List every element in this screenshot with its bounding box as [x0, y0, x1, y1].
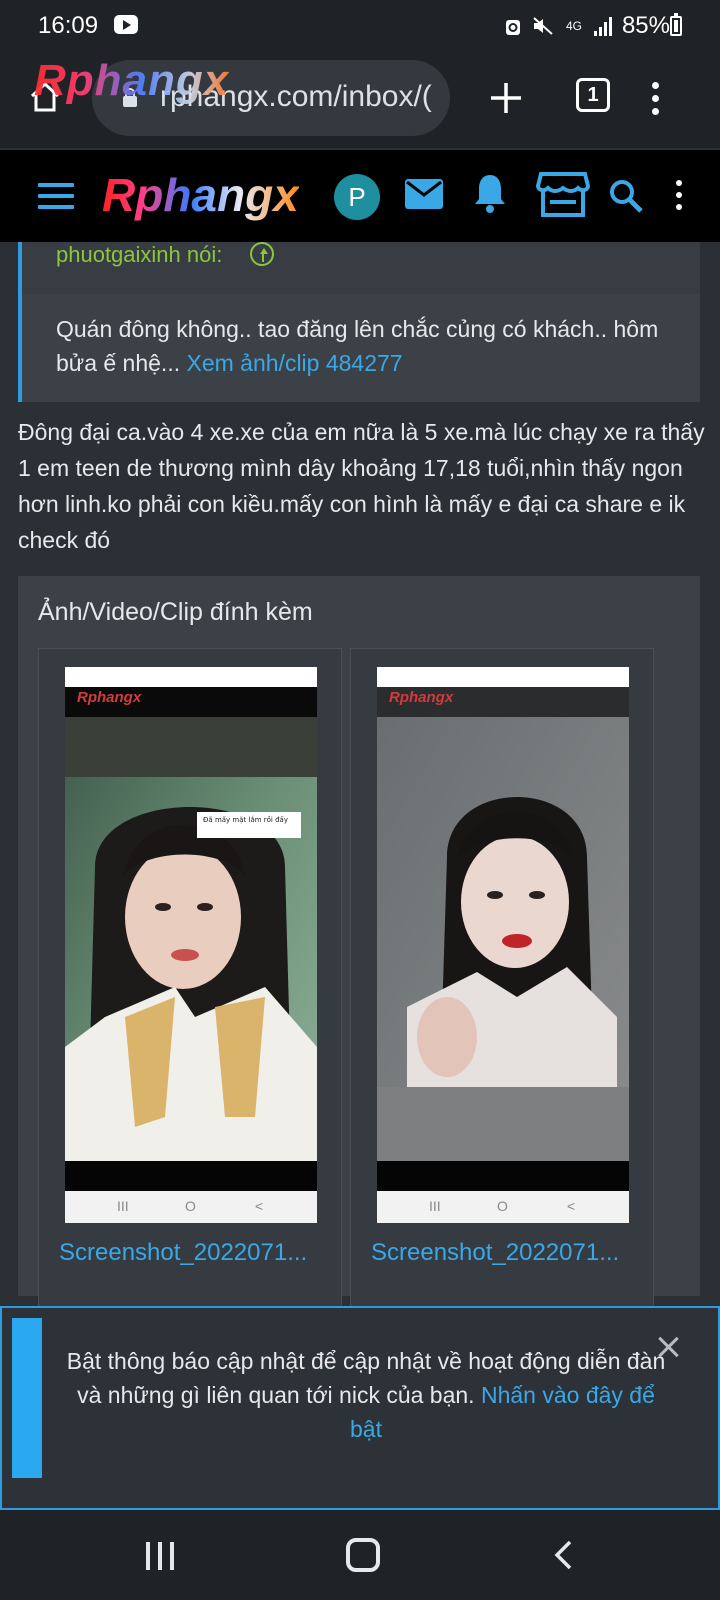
close-icon[interactable]: [657, 1336, 679, 1358]
quote-author[interactable]: phuotgaixinh nói:: [56, 242, 222, 268]
recycle-icon: [505, 20, 520, 35]
more-vert-icon[interactable]: [652, 82, 660, 121]
phone-nav-mini: III O <: [377, 1191, 629, 1223]
attachments-title: Ảnh/Video/Clip đính kèm: [38, 598, 313, 626]
status-time: 16:09: [38, 12, 99, 39]
more-vert-icon[interactable]: [676, 180, 684, 216]
system-navigation-bar: [0, 1510, 720, 1600]
network-type: 4G: [565, 18, 582, 33]
browser-toolbar: rphangx.com/inbox/( Rphangx 1: [0, 52, 720, 148]
notice-accent-bar: [12, 1318, 42, 1478]
attachment-thumbnail[interactable]: Rphangx Đã mấy mặt lắm rồi đấy III O <: [65, 667, 317, 1223]
tabs-icon[interactable]: 1: [576, 78, 610, 112]
store-icon[interactable]: [536, 170, 590, 218]
home-nav-icon[interactable]: [346, 1538, 380, 1572]
quote-block: phuotgaixinh nói: Quán đông không.. tao …: [18, 242, 700, 402]
battery-icon: [670, 13, 682, 36]
quote-link[interactable]: Xem ảnh/clip 484277: [187, 350, 403, 376]
photo-image: [377, 717, 629, 1161]
bell-icon[interactable]: [472, 172, 508, 214]
photo-image: Đã mấy mặt lắm rồi đấy: [65, 717, 317, 1161]
status-bar: 16:09 4G 85%: [0, 0, 720, 52]
photo-caption: Đã mấy mặt lắm rồi đấy: [203, 815, 288, 824]
notification-prompt: Bật thông báo cập nhật để cập nhật về ho…: [0, 1306, 720, 1510]
quote-body: Quán đông không.. tao đăng lên chắc củng…: [56, 312, 676, 380]
site-logo[interactable]: Rphangx: [102, 168, 299, 222]
menu-icon[interactable]: [38, 183, 74, 209]
attachment-filename[interactable]: Screenshot_2022071...: [371, 1239, 619, 1267]
plus-icon[interactable]: [488, 80, 524, 116]
mute-icon: [533, 17, 553, 35]
battery-percent: 85%: [621, 12, 670, 39]
mail-icon[interactable]: [404, 178, 444, 210]
watermark-logo: Rphangx: [389, 689, 454, 706]
arrow-up-circle-icon[interactable]: [250, 242, 274, 266]
avatar[interactable]: P: [334, 174, 380, 220]
browser-logo-overlay: Rphangx: [34, 56, 230, 105]
signal-icon: [593, 16, 612, 36]
phone-nav-mini: III O <: [65, 1191, 317, 1223]
attachments-box: Ảnh/Video/Clip đính kèm Rphangx Đã mấy m…: [18, 576, 700, 1308]
attachment-card[interactable]: Rphangx Đã mấy mặt lắm rồi đấy III O < S…: [38, 648, 342, 1308]
quote-header: phuotgaixinh nói:: [22, 242, 700, 294]
notice-text: Bật thông báo cập nhật để cập nhật về ho…: [66, 1344, 666, 1446]
attachment-filename[interactable]: Screenshot_2022071...: [59, 1239, 307, 1267]
watermark-logo: Rphangx: [77, 689, 142, 706]
post-text: Đông đại ca.vào 4 xe.xe của em nữa là 5 …: [18, 419, 705, 553]
recents-icon[interactable]: [146, 1542, 178, 1570]
site-navbar: Rphangx P: [0, 148, 720, 242]
status-indicators: 4G 85%: [504, 12, 670, 40]
attachment-thumbnail[interactable]: Rphangx III O <: [377, 667, 629, 1223]
attachment-card[interactable]: Rphangx III O < Screenshot_2022071...: [350, 648, 654, 1308]
search-icon[interactable]: [608, 178, 644, 214]
screen: 16:09 4G 85% rphangx.com/inbox/( Rphangx…: [0, 0, 720, 1600]
back-icon[interactable]: [550, 1540, 580, 1570]
youtube-icon: [114, 15, 138, 34]
